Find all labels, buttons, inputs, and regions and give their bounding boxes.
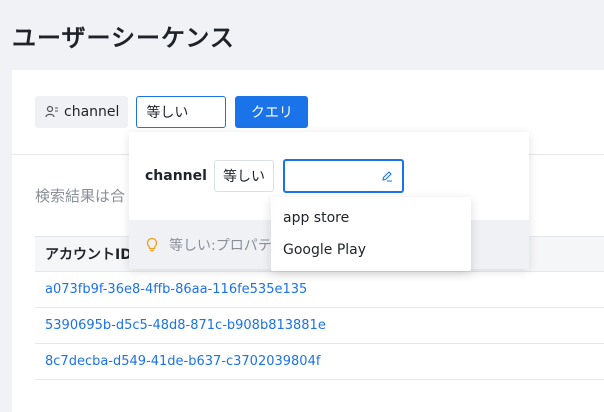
- account-id-link[interactable]: a073fb9f-36e8-4ffb-86aa-116fe535e135: [45, 282, 307, 297]
- user-property-icon: [45, 105, 58, 118]
- table-row: a073fb9f-36e8-4ffb-86aa-116fe535e135: [35, 272, 604, 308]
- account-id-link[interactable]: 8c7decba-d549-41de-b637-c3702039804f: [45, 354, 320, 369]
- edit-icon[interactable]: [381, 170, 393, 182]
- operator-select[interactable]: 等しい: [136, 96, 227, 128]
- hint-text: 等しい:プロパテ: [169, 237, 272, 254]
- lightbulb-icon: [146, 237, 158, 251]
- page-title: ユーザーシーケンス: [12, 24, 235, 52]
- popover-operator-select[interactable]: 等しい: [213, 160, 274, 192]
- popover-condition-row: channel 等しい: [145, 159, 404, 193]
- table-row: 8c7decba-d549-41de-b637-c3702039804f: [35, 344, 604, 380]
- value-dropdown: app store Google Play: [271, 197, 471, 271]
- filter-field-label: channel: [64, 104, 120, 120]
- filter-toolbar: channel 等しい クエリ: [35, 96, 309, 128]
- dropdown-option-google-play[interactable]: Google Play: [271, 234, 471, 266]
- table-row: 5390695b-d5c5-48d8-871c-b908b813881e: [35, 308, 604, 344]
- result-summary: 検索結果は合: [35, 187, 126, 205]
- column-header-account-id: アカウントID: [45, 247, 132, 263]
- dropdown-option-app-store[interactable]: app store: [271, 202, 471, 234]
- query-button[interactable]: クエリ: [235, 96, 309, 128]
- account-id-link[interactable]: 5390695b-d5c5-48d8-871c-b908b813881e: [45, 318, 326, 333]
- value-input[interactable]: [282, 159, 404, 193]
- filter-field-chip[interactable]: channel: [35, 96, 129, 128]
- popover-field-label: channel: [145, 168, 207, 184]
